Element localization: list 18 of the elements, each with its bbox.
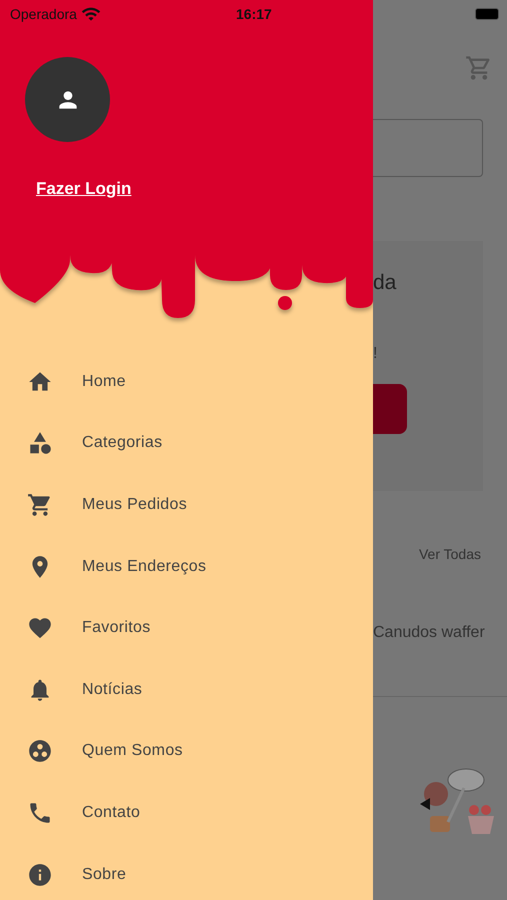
clock-time: 16:17 [236, 6, 272, 22]
menu-item[interactable]: Favoritos [82, 619, 150, 638]
card-text: ! [373, 345, 378, 363]
info-icon [27, 862, 53, 888]
menu-item[interactable]: Meus Endereços [82, 558, 206, 576]
menu-item[interactable]: Categorias [82, 434, 162, 452]
menu-item[interactable]: Contato [82, 804, 140, 822]
menu-item[interactable]: Meus Pedidos [82, 496, 187, 514]
login-link[interactable]: Fazer Login [36, 179, 132, 199]
menu-item[interactable]: Quem Somos [82, 742, 183, 760]
carrier-name: Operadora [10, 6, 77, 22]
menu-item[interactable]: Notícias [82, 680, 142, 699]
menu-item[interactable]: Home [82, 372, 126, 391]
group-icon [27, 738, 53, 764]
card-button[interactable] [373, 384, 407, 434]
card-title: da [373, 271, 396, 295]
battery-icon [475, 8, 499, 20]
menu-item[interactable]: Sobre [82, 866, 126, 884]
